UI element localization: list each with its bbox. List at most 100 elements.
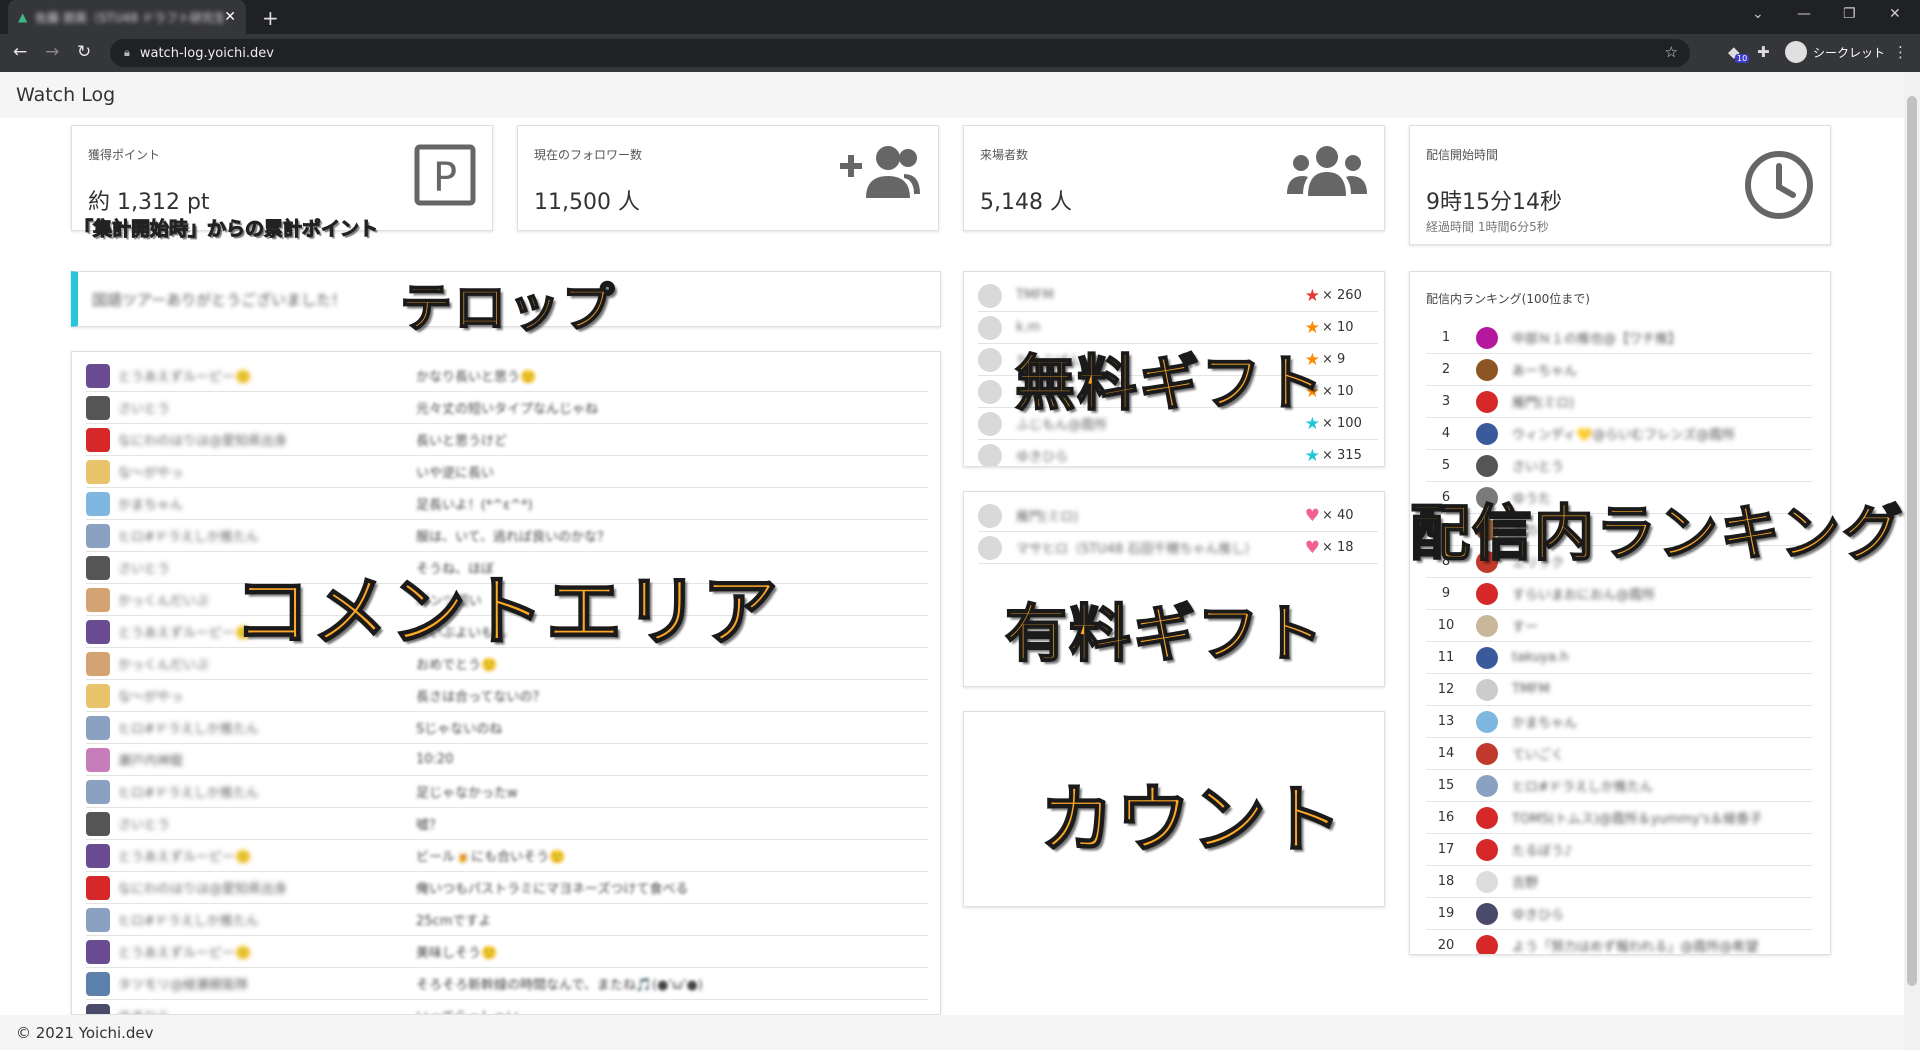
start-time-card: 配信開始時間 9時15分14秒 経過時間 1時間6分5秒 [1409,125,1831,245]
restore-icon[interactable]: ❐ [1843,6,1856,22]
avatar [978,315,1002,340]
comment-author: タツモリ@綾瀬親衛隊 [118,978,249,993]
gift-sender: TMFM [1016,288,1054,303]
browser-menu-icon[interactable]: ⋮ [1893,43,1908,61]
clock-icon [1745,151,1813,219]
comment-text: 俺いつもパストラミにマヨネーズつけて食べる [416,882,689,897]
rank-number: 1 [1441,330,1451,345]
avatar [1476,678,1498,701]
avatar [86,843,110,868]
browser-toolbar: ← → ↻ 🔒︎ watch-log.yoichi.dev ☆ ◆ 10 ✚ シ… [0,34,1920,72]
browser-tab[interactable]: ▲ 佐藤 朋英（STU48 ドラフト研究生） ✕ [8,0,246,34]
avatar [1476,454,1498,477]
app-footer: © 2021 Yoichi.dev [0,1015,1904,1050]
rank-number: 5 [1441,458,1451,473]
avatar [86,555,110,580]
avatar [86,427,110,452]
tab-search-icon[interactable]: ⌄ [1752,6,1764,22]
comment-row: ゆきひらいってらっしゃい [86,1000,928,1014]
reload-icon[interactable]: ↻ [77,42,91,62]
comment-row: 瀬戸内神龍 10:20 [86,744,928,776]
gift-count: × 315 [1322,448,1362,463]
footer-text: © 2021 Yoichi.dev [16,1023,154,1042]
avatar [978,535,1002,560]
rank-name: 雁門(ミロ) [1512,396,1575,411]
comment-text: そろそろ新幹線の時間なんで、またね🎵(●'ω'●) [416,978,703,993]
rank-number: 17 [1437,842,1455,857]
comment-area[interactable]: とうあえずルーピー🙂 かなり長いと思う🙂 さいとう 元々丈の短いタイプなんじゃねなにわ… [71,351,941,1015]
rank-number: 19 [1437,906,1455,921]
comment-author: ゆきひら [118,1006,416,1014]
comment-author: なにわのはりは@愛知県出身 [118,882,288,897]
incognito-profile[interactable]: シークレット [1785,41,1885,63]
comment-row: な～がやっ 長さは合ってないの？ [86,680,928,712]
rank-name: よう「努力はめず報われる」@霞所@希望 [1512,940,1759,955]
comment-author: とうあえずルーピー🙂 [118,370,252,385]
comment-row: とうあえずルーピー🙂 美味しそう🙂 [86,936,928,968]
comment-row: ヒロ#ドラえしか推たん Sじゃないのね [86,712,928,744]
points-annotation: 「集計開始時」からの累計ポイント [73,218,379,241]
comment-text: かなり長いと思う🙂 [416,370,537,385]
new-tab-icon[interactable]: + [262,6,279,30]
rank-name: あーちゃん [1512,364,1578,379]
ranking-row: 15 ヒロ#ドラえしか推たん [1426,770,1812,802]
ranking-row: 4 ウィンディ💛@らいむフレンズ@霞所 [1426,418,1812,450]
ranking-card[interactable]: 配信内ランキング(100位まで) 1 中部Ｎ１の推也@【ワチ推】 2 あーちゃん 3 雁門… [1409,271,1831,955]
gift-count: × 40 [1322,508,1354,523]
comment-row: かまちゃん 足長いよ！(*^ε^*) [86,488,928,520]
gift-sender: k.m [1016,320,1041,335]
followers-card: 現在のフォロワー数 11,500 人 [517,125,939,231]
rank-number: 20 [1437,938,1455,953]
bookmark-star-icon[interactable]: ☆ [1665,43,1678,61]
forward-icon[interactable]: → [45,42,59,62]
scrollbar-thumb[interactable] [1907,96,1917,986]
ranking-row: 12 TMFM [1426,674,1812,706]
person-add-icon [840,146,920,198]
comment-text: Sじゃないのね [416,722,503,737]
comment-row: タツモリ@綾瀬親衛隊 そろそろ新幹線の時間なんで、またね🎵(●'ω'●) [86,968,928,1000]
ranking-title: 配信内ランキング(100位まで) [1426,292,1590,306]
ranking-row: 20 よう「努力はめず報われる」@霞所@希望 [1426,930,1812,955]
avatar [86,395,110,420]
comment-author: さいとう [118,818,171,833]
rank-name: ていごく [1512,748,1565,763]
gift-sender: ゆきひら [1016,450,1069,465]
comment-row: な～がやっ いや逆に長い [86,456,928,488]
pink-heart-icon: ♥ [1304,505,1320,526]
svg-text:P: P [433,155,457,201]
ranking-row: 17 たるぼう♪ [1426,834,1812,866]
ranking-row: 14 ていごく [1426,738,1812,770]
ranking-list: 1 中部Ｎ１の推也@【ワチ推】 2 あーちゃん 3 雁門(ミロ) 4 ウィンディ💛@らいむフレ… [1426,322,1812,955]
back-icon[interactable]: ← [13,42,27,62]
avatar [1476,870,1498,893]
page-scrollbar[interactable] [1904,72,1920,1050]
ranking-row: 18 吉野 [1426,866,1812,898]
close-window-icon[interactable]: ✕ [1889,6,1901,22]
avatar [86,939,110,964]
parking-icon: P [414,144,476,206]
telop-text: 国語ツアーありがとうございました！ [92,291,347,309]
avatar [1476,838,1498,861]
pink-heart-icon: ♥ [1304,537,1320,558]
extensions-puzzle-icon[interactable]: ✚ [1757,43,1770,61]
avatar [1476,582,1498,605]
paid-gift-list: 雁門(ミロ) ♥ × 40 マサヒロ（STU48 石田千穂ちゃん推し） ♥ × 18 [978,500,1378,564]
minimize-icon[interactable]: — [1797,6,1811,22]
ranking-row: 3 雁門(ミロ) [1426,386,1812,418]
tab-close-icon[interactable]: ✕ [224,9,236,25]
comment-row: ヒロ#ドラえしか推たん 服は、いて、逃れば良いのかな？ [86,520,928,552]
comment-text: 美味しそう🙂 [416,946,498,961]
comment-text: 足じゃなかったw [416,786,518,801]
comment-author: ヒロ#ドラえしか推たん [118,914,259,929]
address-bar[interactable]: 🔒︎ watch-log.yoichi.dev ☆ [110,39,1690,67]
rank-number: 10 [1437,618,1455,633]
comment-text: 嘘？ [416,818,443,833]
ranking-row: 9 すらいまおにおん@霞所 [1426,578,1812,610]
rank-name: すー [1512,620,1539,635]
avatar [86,1003,110,1014]
avatar [86,875,110,900]
comment-author: ヒロ#ドラえしか推たん [118,786,259,801]
comment-row: さいとう 元々丈の短いタイプなんじゃね [86,392,928,424]
gift-count: × 10 [1322,384,1354,399]
rank-number: 15 [1437,778,1455,793]
